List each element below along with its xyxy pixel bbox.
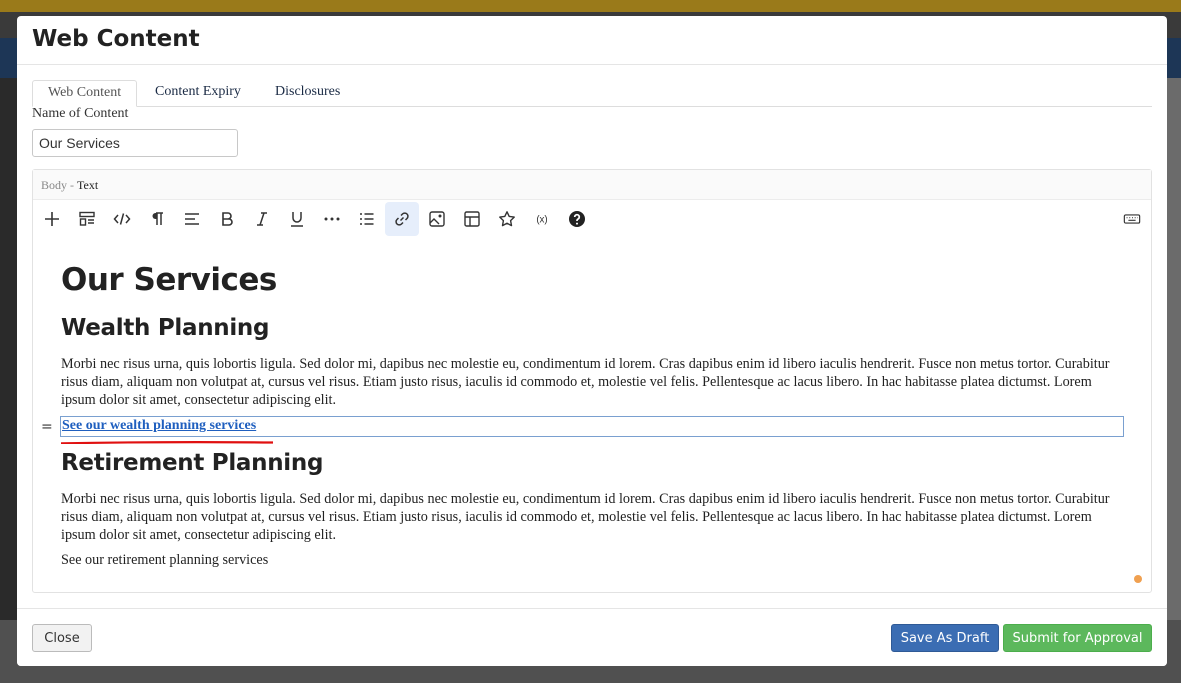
paragraph-icon[interactable] bbox=[140, 202, 174, 236]
name-of-content-input[interactable] bbox=[32, 129, 238, 157]
section-paragraph-retirement[interactable]: Morbi nec risus urna, quis lobortis ligu… bbox=[61, 490, 1121, 544]
section-paragraph-wealth[interactable]: Morbi nec risus urna, quis lobortis ligu… bbox=[61, 355, 1121, 409]
submit-for-approval-button[interactable]: Submit for Approval bbox=[1003, 624, 1152, 652]
red-annotation-underline bbox=[61, 441, 273, 444]
tab-disclosures[interactable]: Disclosures bbox=[260, 80, 355, 105]
code-icon[interactable] bbox=[105, 202, 139, 236]
drag-handle-icon[interactable]: = bbox=[41, 419, 53, 435]
save-as-draft-button[interactable]: Save As Draft bbox=[891, 624, 999, 652]
block-format-icon[interactable] bbox=[70, 202, 104, 236]
retirement-planning-text[interactable]: See our retirement planning services bbox=[61, 552, 268, 569]
image-icon[interactable] bbox=[420, 202, 454, 236]
web-content-modal: Web Content Web Content Content Expiry D… bbox=[17, 16, 1167, 666]
keyboard-icon[interactable] bbox=[1115, 202, 1149, 236]
wealth-planning-link[interactable]: See our wealth planning services bbox=[62, 418, 256, 434]
help-icon[interactable] bbox=[560, 202, 594, 236]
modal-header: Web Content bbox=[17, 16, 1167, 65]
plus-icon[interactable] bbox=[35, 202, 69, 236]
modal-footer: Close Save As Draft Submit for Approval bbox=[17, 608, 1167, 666]
link-icon[interactable] bbox=[385, 202, 419, 236]
editor-label-prefix: Body - bbox=[41, 178, 74, 192]
section-heading-retirement[interactable]: Retirement Planning bbox=[61, 450, 323, 476]
star-icon[interactable] bbox=[490, 202, 524, 236]
editor-label-type: Text bbox=[77, 178, 99, 192]
tab-bar: Web Content Content Expiry Disclosures bbox=[32, 80, 1152, 107]
backdrop-left bbox=[0, 78, 17, 620]
tab-web-content[interactable]: Web Content bbox=[32, 80, 138, 107]
align-left-icon[interactable] bbox=[175, 202, 209, 236]
italic-icon[interactable] bbox=[245, 202, 279, 236]
bold-icon[interactable] bbox=[210, 202, 244, 236]
editor-label-bar: Body - Text bbox=[33, 170, 1151, 200]
list-icon[interactable] bbox=[350, 202, 384, 236]
backdrop-top-bar bbox=[0, 0, 1181, 12]
name-of-content-label: Name of Content bbox=[32, 106, 129, 121]
tab-content-expiry[interactable]: Content Expiry bbox=[140, 80, 256, 105]
content-heading[interactable]: Our Services bbox=[61, 262, 277, 298]
more-icon[interactable] bbox=[315, 202, 349, 236]
modal-title: Web Content bbox=[32, 26, 200, 52]
body-editor: Body - Text (x) Our Services Wealth Plan… bbox=[32, 169, 1152, 593]
section-heading-wealth[interactable]: Wealth Planning bbox=[61, 315, 269, 341]
variable-icon[interactable]: (x) bbox=[525, 202, 559, 236]
underline-icon[interactable] bbox=[280, 202, 314, 236]
backdrop-right bbox=[1167, 78, 1181, 620]
editor-toolbar: (x) bbox=[33, 200, 1151, 238]
table-icon[interactable] bbox=[455, 202, 489, 236]
close-button[interactable]: Close bbox=[32, 624, 92, 652]
status-dot bbox=[1134, 575, 1142, 583]
editor-label: Body - Text bbox=[41, 178, 98, 193]
svg-text:(x): (x) bbox=[536, 214, 547, 225]
selected-link-block[interactable]: See our wealth planning services bbox=[60, 416, 1124, 437]
